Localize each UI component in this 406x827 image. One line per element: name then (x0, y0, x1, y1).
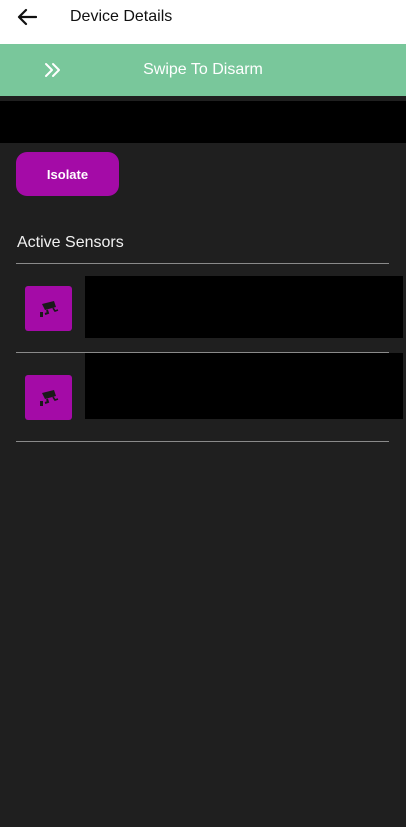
redacted-device-info (0, 101, 406, 143)
security-camera-icon (39, 300, 58, 317)
arrow-left-icon (17, 8, 37, 26)
sensor-icon-button[interactable] (25, 286, 72, 331)
sensor-icon-button[interactable] (25, 375, 72, 420)
swipe-to-disarm-slider[interactable]: Swipe To Disarm (0, 44, 406, 96)
redacted-sensor-details (85, 276, 403, 338)
back-button[interactable] (14, 5, 40, 29)
divider (16, 441, 389, 442)
redacted-sensor-details (85, 353, 403, 419)
swipe-to-disarm-label: Swipe To Disarm (143, 61, 263, 78)
app-header: Device Details (0, 0, 406, 44)
active-sensors-heading: Active Sensors (17, 234, 124, 251)
sensor-list-item[interactable] (16, 353, 406, 441)
page-title: Device Details (70, 8, 173, 25)
sensor-list-item[interactable] (16, 264, 406, 352)
isolate-button[interactable]: Isolate (16, 152, 119, 196)
security-camera-icon (39, 389, 58, 406)
